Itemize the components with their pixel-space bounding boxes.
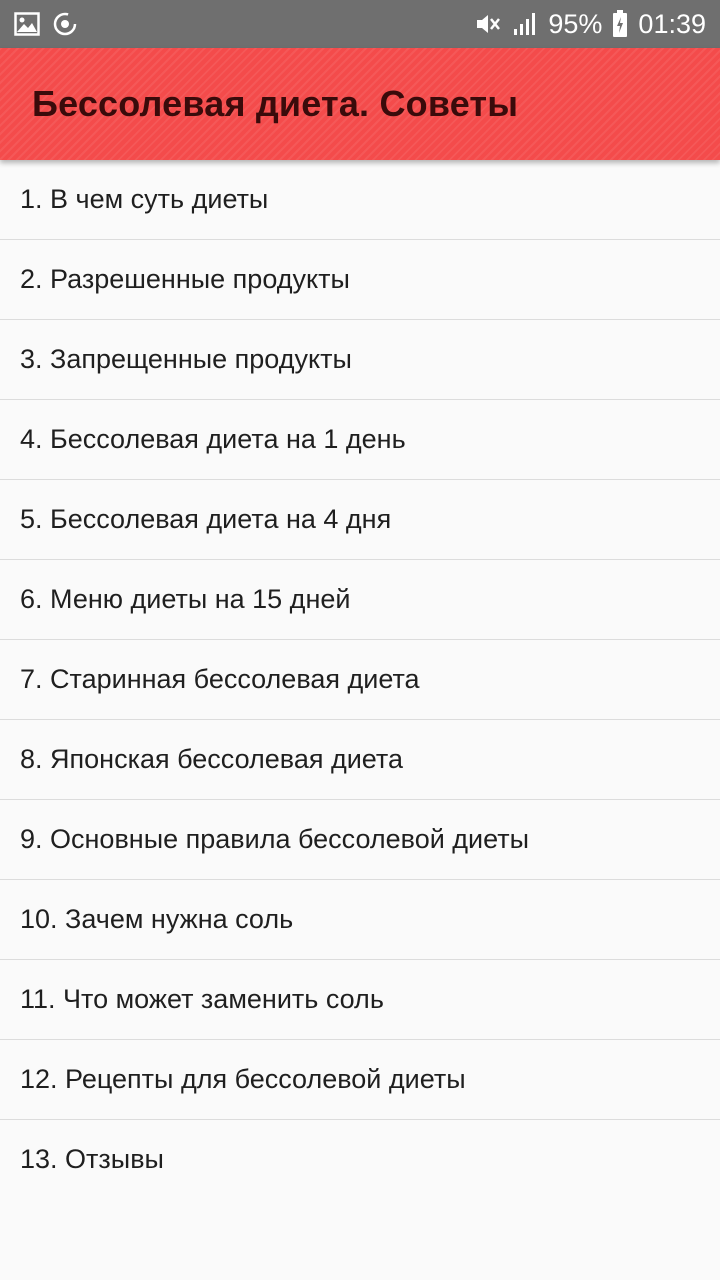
notification-icons: [14, 11, 78, 37]
list-item[interactable]: 8. Японская бессолевая диета: [0, 720, 720, 800]
list-item[interactable]: 1. В чем суть диеты: [0, 160, 720, 240]
status-bar: 95% 01:39: [0, 0, 720, 48]
article-list: 1. В чем суть диеты 2. Разрешенные проду…: [0, 160, 720, 1199]
app-bar: Бессолевая диета. Советы: [0, 48, 720, 160]
list-item[interactable]: 13. Отзывы: [0, 1120, 720, 1199]
list-item[interactable]: 6. Меню диеты на 15 дней: [0, 560, 720, 640]
list-item[interactable]: 11. Что может заменить соль: [0, 960, 720, 1040]
list-item[interactable]: 7. Старинная бессолевая диета: [0, 640, 720, 720]
sync-icon: [52, 11, 78, 37]
list-item[interactable]: 10. Зачем нужна соль: [0, 880, 720, 960]
mute-icon: [474, 11, 502, 37]
list-item[interactable]: 12. Рецепты для бессолевой диеты: [0, 1040, 720, 1120]
image-icon: [14, 12, 40, 36]
list-item[interactable]: 3. Запрещенные продукты: [0, 320, 720, 400]
clock: 01:39: [638, 8, 706, 39]
battery-icon: [612, 10, 628, 38]
signal-icon: [512, 11, 538, 37]
battery-percent: 95%: [548, 8, 603, 39]
page-title: Бессолевая диета. Советы: [32, 83, 519, 124]
system-icons: 95% 01:39: [474, 9, 706, 40]
list-item[interactable]: 9. Основные правила бессолевой диеты: [0, 800, 720, 880]
list-item[interactable]: 5. Бессолевая диета на 4 дня: [0, 480, 720, 560]
list-item[interactable]: 2. Разрешенные продукты: [0, 240, 720, 320]
list-item[interactable]: 4. Бессолевая диета на 1 день: [0, 400, 720, 480]
